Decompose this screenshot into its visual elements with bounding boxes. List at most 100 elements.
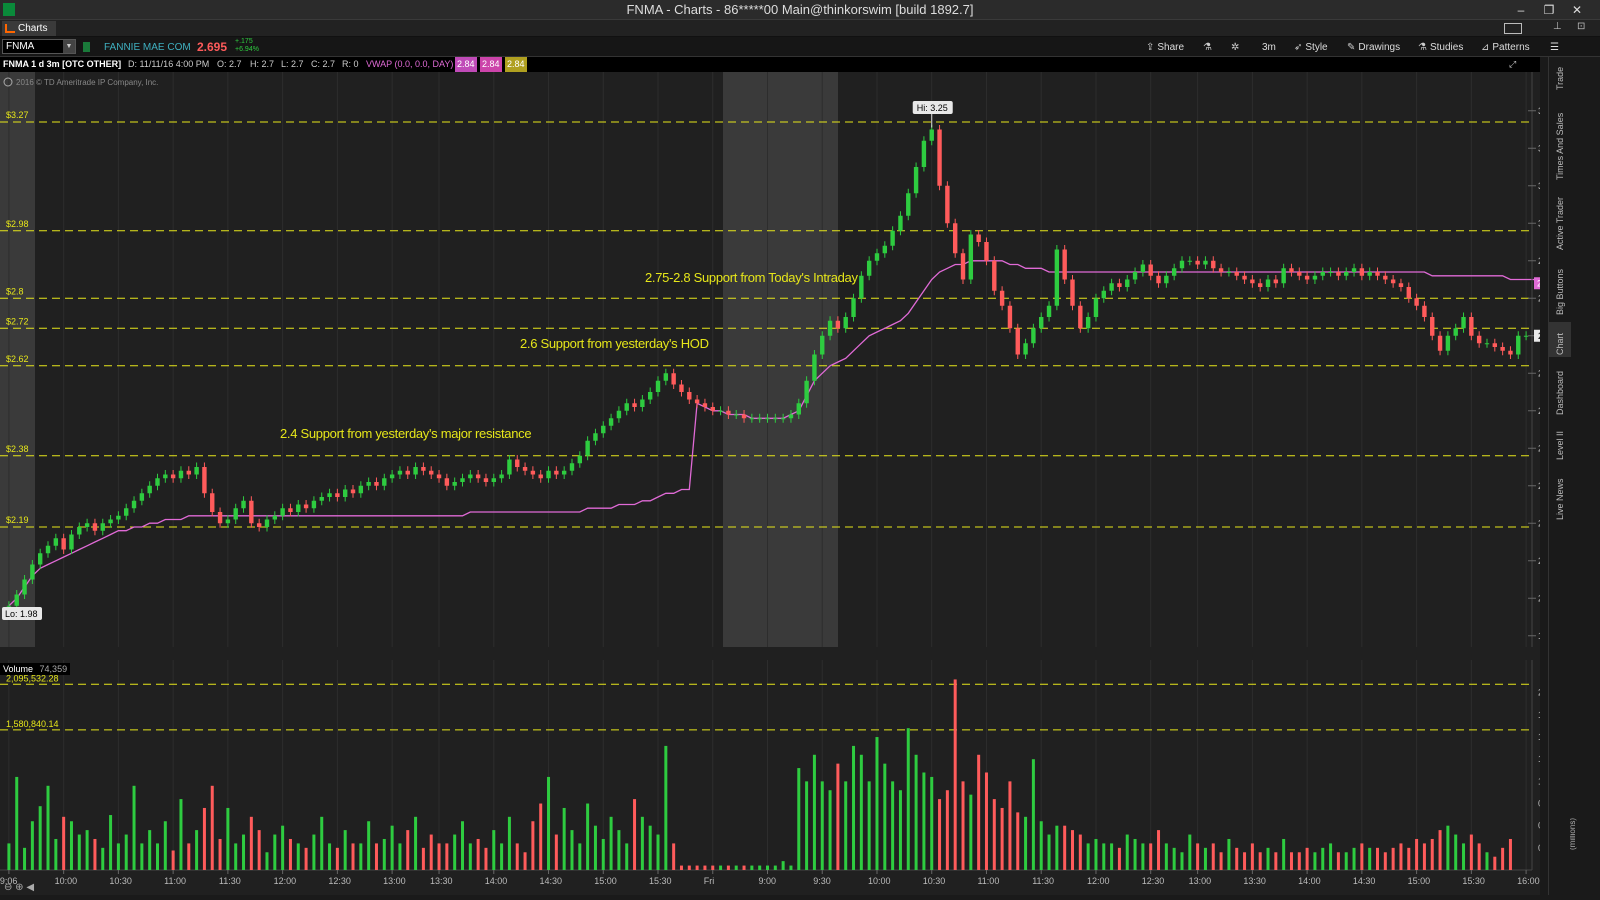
volume-chart[interactable]: Volume 74,359 2,095,532.281,580,840.14 2… (0, 660, 1577, 895)
volume-bar (640, 816, 644, 870)
candle-body (1156, 275, 1161, 284)
volume-bar (672, 843, 676, 870)
price-change-pct: +6.94% (235, 46, 259, 53)
volume-bar (132, 785, 136, 870)
minimize-button[interactable]: – (1507, 1, 1535, 19)
candle-body (1148, 264, 1153, 276)
candle-body (1054, 249, 1060, 306)
side-tab-label: Trade (1555, 66, 1565, 90)
candle-body (710, 407, 715, 411)
price-chart-svg[interactable]: $3.27 $2.98 $2.8 $2.72 $2.62 $2.38 $2.19 3.3 3.… (0, 72, 1558, 660)
volume-bar (23, 847, 27, 870)
tab-bar: Charts ⊥ ⊡ (0, 20, 1600, 37)
expand-icon[interactable]: ⤢ (1509, 57, 1516, 72)
side-tab-chart[interactable]: Chart (1549, 322, 1571, 357)
window-size-icon[interactable] (1504, 23, 1522, 34)
candle-body (538, 474, 543, 479)
volume-bar (374, 843, 378, 870)
drawings-button[interactable]: ✎ Drawings (1347, 40, 1400, 55)
candle-body (1297, 272, 1302, 276)
symbol-input[interactable]: FNMA ▼ (2, 39, 76, 54)
candle-body (663, 373, 669, 381)
volume-chart-svg[interactable]: 2,095,532.281,580,840.14 21.751.51.2510.… (0, 660, 1572, 895)
side-tab-trade[interactable]: Trade (1549, 62, 1571, 92)
volume-bar (1313, 852, 1317, 870)
candle-body (429, 470, 434, 475)
link-icon[interactable] (83, 42, 90, 52)
menu-icon[interactable]: ☰ (1550, 40, 1559, 55)
zoom-controls[interactable]: ⊖ ⊕ ◀ (4, 882, 34, 893)
candle-body (788, 414, 794, 419)
settings-button[interactable]: ✲ (1231, 40, 1242, 55)
tab-charts-label: Charts (18, 23, 48, 34)
side-tab-times-and-sales[interactable]: Times And Sales (1549, 107, 1571, 182)
chevron-down-icon[interactable]: ▼ (63, 40, 75, 53)
volume-bar (617, 830, 621, 870)
volume-bar (218, 838, 222, 870)
candle-body (45, 545, 51, 554)
premarket-shade-2 (723, 72, 838, 647)
volume-bar (1008, 781, 1012, 870)
candle-body (405, 470, 410, 475)
aggregation-button[interactable]: 3m (1262, 40, 1276, 55)
candle-body (655, 380, 661, 392)
share-button[interactable]: ⇪ Share (1146, 40, 1184, 55)
side-tab-dashboard[interactable]: Dashboard (1549, 362, 1571, 417)
support-line-label: $2.72 (6, 316, 29, 326)
candle-body (296, 504, 301, 512)
tab-charts[interactable]: Charts (2, 21, 56, 36)
side-tab-big-buttons[interactable]: Big Buttons (1549, 257, 1571, 317)
candle-body (1281, 268, 1286, 284)
flask-button[interactable]: ⚗ (1203, 40, 1215, 55)
x-tick-label: 12:00 (274, 876, 297, 886)
volume-bar (148, 830, 152, 870)
candle-body (882, 245, 888, 254)
volume-bar (1094, 838, 1098, 870)
chart-toolbar: FNMA ▼ FANNIE MAE COM 2.695 +.175 +6.94%… (0, 37, 1600, 57)
volume-bar (695, 865, 699, 870)
volume-bar (398, 843, 402, 870)
candle-body (812, 354, 817, 381)
volume-bar (437, 843, 441, 870)
candle-body (272, 515, 278, 520)
y-tick-label: 2.6 (1538, 368, 1540, 378)
candle-body (124, 508, 129, 516)
candle-body (1383, 275, 1388, 280)
gear-icon: ✲ (1231, 42, 1240, 53)
side-tab-level-ii[interactable]: Level II (1549, 422, 1571, 462)
volume-bar (938, 799, 942, 870)
candle-body (1023, 343, 1028, 355)
patterns-button[interactable]: ⊿ Patterns (1481, 40, 1530, 55)
candle-body (976, 234, 981, 242)
candle-body (734, 414, 739, 416)
volume-value: 74,359 (39, 664, 68, 674)
bar-low: L: 2.7 (281, 59, 304, 69)
side-tab-active-trader[interactable]: Active Trader (1549, 187, 1571, 252)
studies-button[interactable]: ⚗ Studies (1418, 40, 1463, 55)
style-button[interactable]: ➶ Style (1294, 40, 1328, 55)
volume-bar (906, 728, 910, 870)
close-button[interactable]: ✕ (1563, 1, 1591, 19)
candle-body (1351, 268, 1357, 272)
candle-body (1476, 335, 1482, 344)
vwap-study-label[interactable]: VWAP (0.0, 0.0, DAY) (366, 57, 453, 72)
candle-body (507, 459, 512, 475)
restore-button[interactable]: ❐ (1535, 1, 1563, 19)
candle-body (585, 440, 590, 456)
pin-icon[interactable]: ⊥ (1553, 21, 1562, 32)
x-tick-label: 11:30 (1032, 876, 1054, 886)
detach-icon[interactable]: ⊡ (1577, 21, 1585, 32)
candle-body (820, 335, 825, 355)
candle-body (139, 493, 145, 501)
high-bubble-text: Hi: 3.25 (917, 103, 948, 113)
side-tab-live-news[interactable]: Live News (1549, 472, 1571, 522)
volume-bar (1266, 847, 1270, 870)
volume-bar (1391, 847, 1395, 870)
price-chart[interactable]: $3.27 $2.98 $2.8 $2.72 $2.62 $2.38 $2.19 3.3 3.… (0, 72, 1558, 660)
support-line-label: $2.8 (6, 286, 24, 296)
last-price-tag: 2.7 (1538, 331, 1540, 341)
candle-body (1187, 260, 1193, 262)
volume-bar (1430, 838, 1434, 870)
x-tick-label: 12:00 (1087, 876, 1110, 886)
vol-tick-label: 1.75 (1538, 710, 1540, 720)
